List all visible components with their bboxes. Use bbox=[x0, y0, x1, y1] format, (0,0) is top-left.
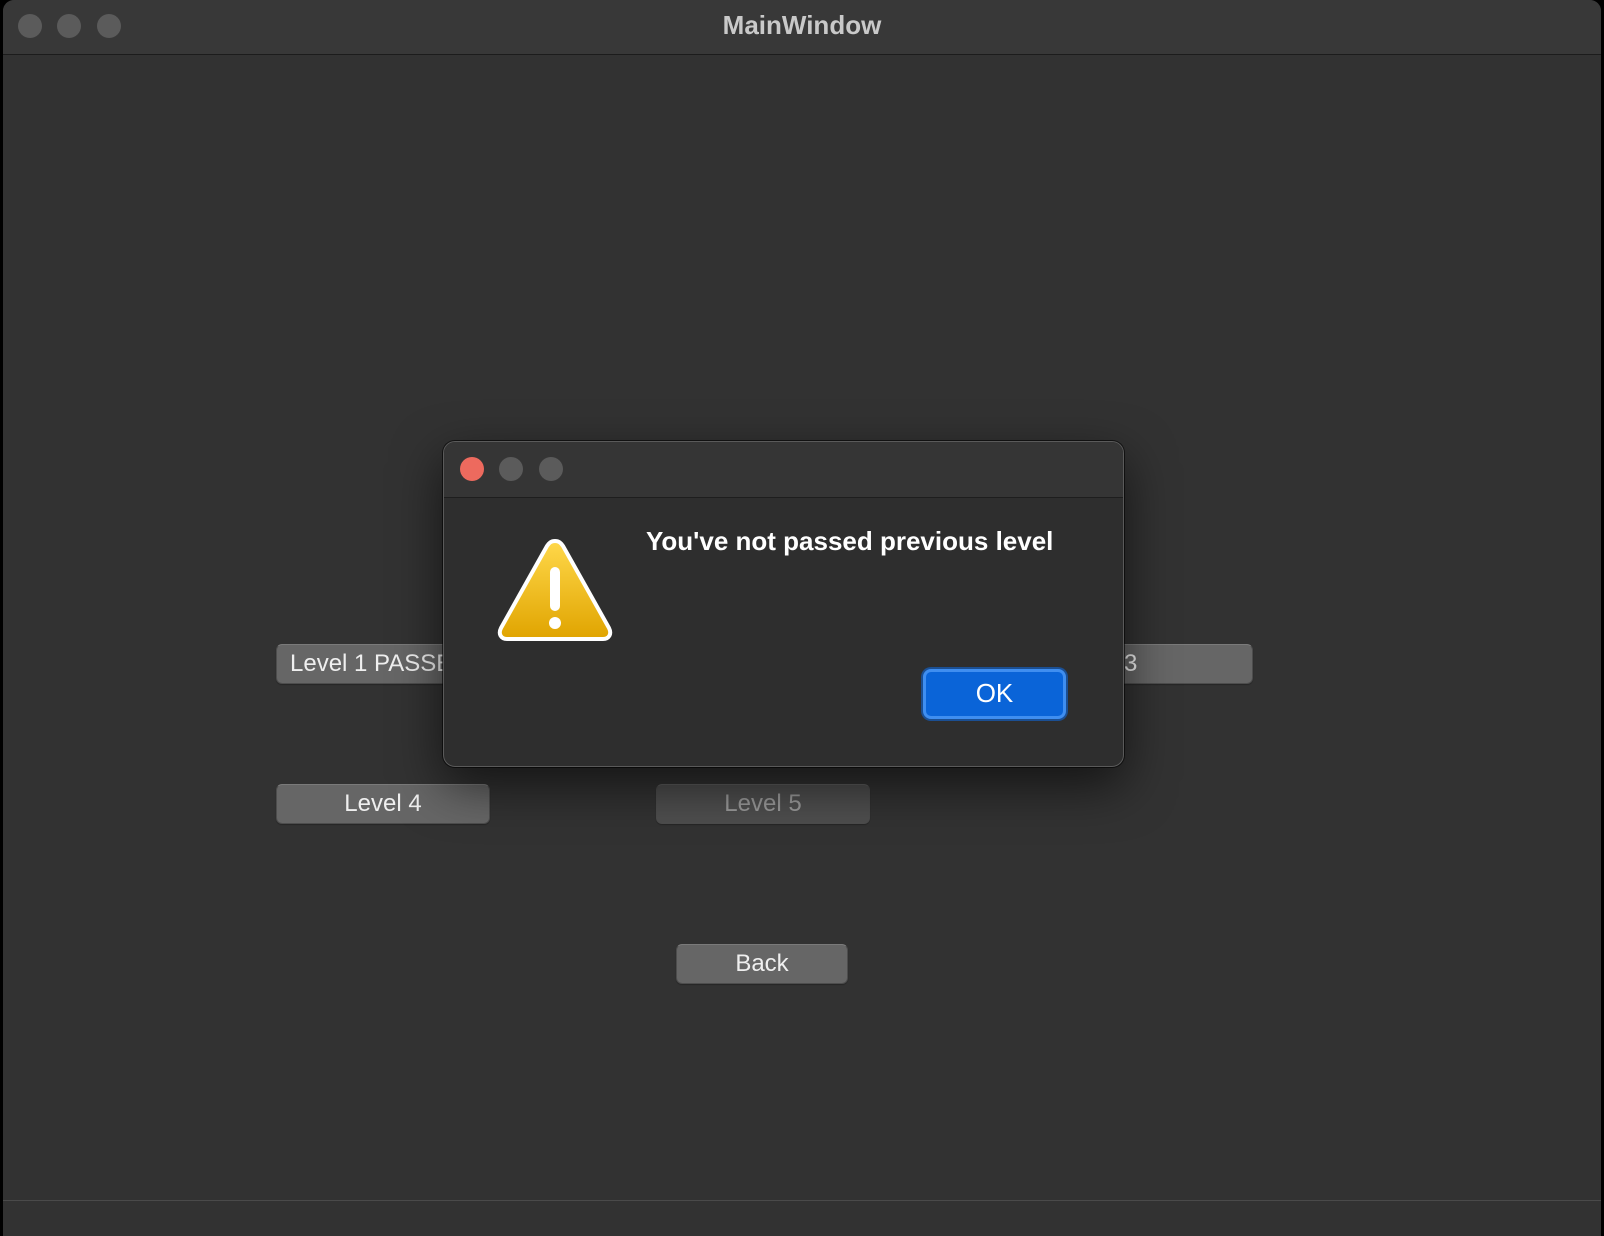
dialog-message: You've not passed previous level bbox=[646, 526, 1054, 556]
titlebar: MainWindow bbox=[3, 0, 1601, 55]
level-5-button[interactable]: Level 5 bbox=[656, 784, 870, 824]
back-button[interactable]: Back bbox=[676, 944, 848, 984]
dialog-minimize-button[interactable] bbox=[499, 457, 523, 481]
level-4-button[interactable]: Level 4 bbox=[276, 784, 490, 824]
warning-dialog: You've not passed previous level OK bbox=[443, 441, 1124, 767]
status-bar bbox=[3, 1200, 1601, 1236]
dialog-zoom-button[interactable] bbox=[539, 457, 563, 481]
ok-button[interactable]: OK bbox=[923, 669, 1066, 719]
window-title: MainWindow bbox=[722, 10, 882, 40]
dialog-titlebar bbox=[444, 442, 1123, 498]
warning-triangle-icon bbox=[497, 539, 613, 641]
dialog-close-button[interactable] bbox=[460, 457, 484, 481]
